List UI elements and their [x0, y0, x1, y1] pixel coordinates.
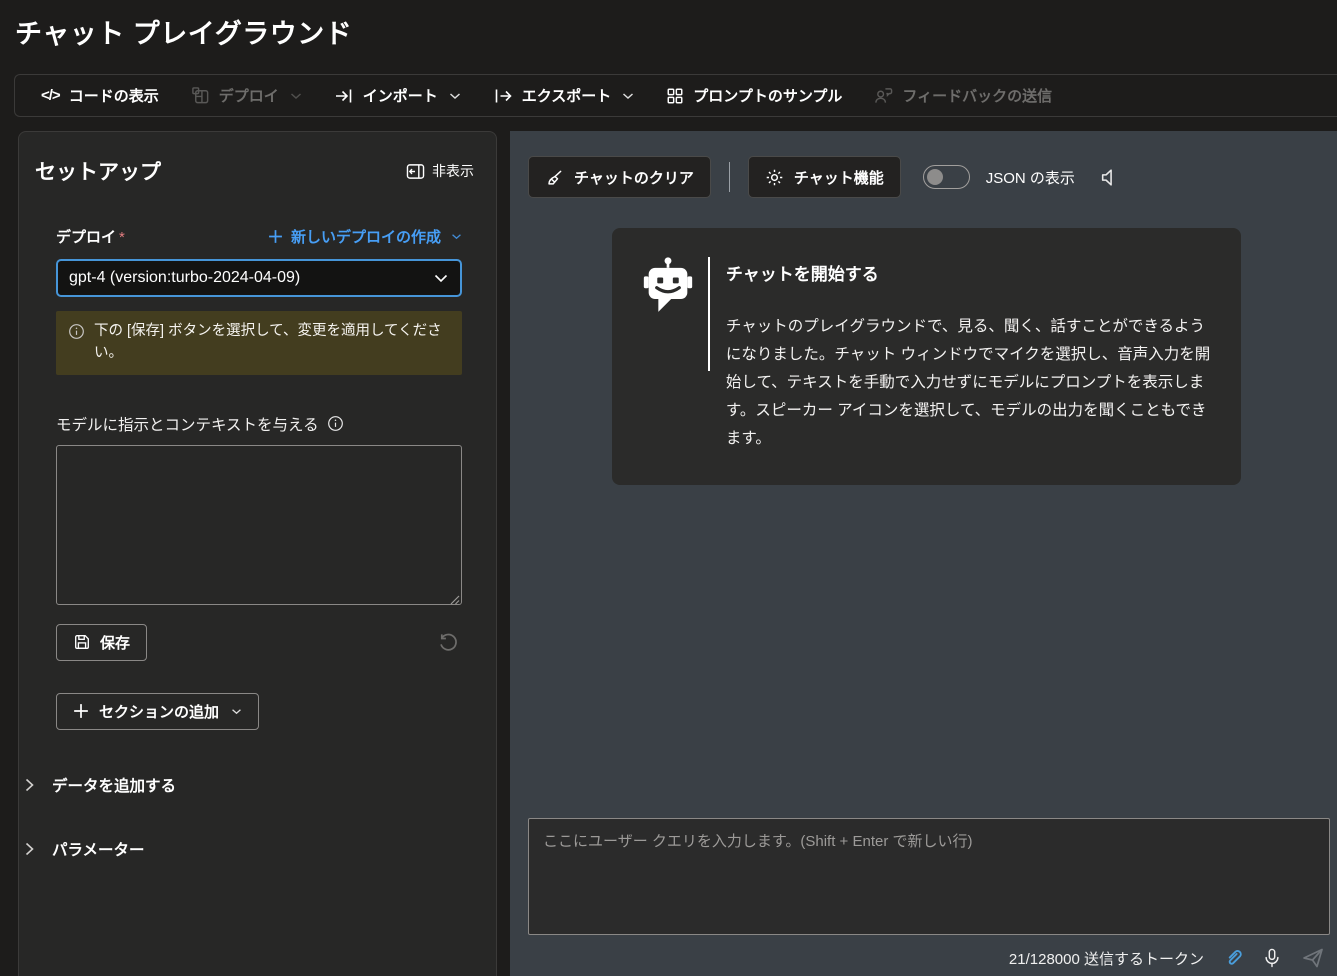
gear-icon	[765, 168, 784, 187]
deployment-select-value: gpt-4 (version:turbo-2024-04-09)	[69, 269, 300, 287]
info-icon	[68, 323, 85, 365]
json-toggle-label: JSON の表示	[986, 167, 1075, 188]
toolbar-divider	[729, 162, 730, 192]
chatbot-icon	[642, 256, 694, 314]
command-bar: </> コードの表示 デプロイ インポート	[14, 74, 1337, 117]
export-icon	[493, 86, 513, 106]
chevron-down-icon	[231, 708, 242, 715]
save-icon	[73, 633, 91, 651]
clear-chat-button[interactable]: チャットのクリア	[528, 156, 711, 198]
speaker-icon[interactable]	[1099, 167, 1120, 188]
deploy-icon	[191, 86, 210, 105]
broom-icon	[545, 168, 564, 187]
clear-chat-label: チャットのクリア	[574, 167, 694, 188]
resize-handle[interactable]	[450, 595, 460, 605]
instructions-textarea[interactable]	[56, 445, 462, 605]
import-icon	[334, 86, 354, 106]
hide-panel-button[interactable]: 非表示	[406, 161, 474, 181]
chat-features-label: チャット機能	[794, 167, 884, 188]
send-feedback-label: フィードバックの送信	[902, 85, 1052, 106]
chevron-down-icon	[451, 233, 462, 240]
user-query-input[interactable]	[528, 818, 1330, 935]
page-title: チャット プレイグラウンド	[15, 12, 352, 51]
chevron-right-icon	[25, 842, 34, 856]
token-row: 21/128000 送信するトークン	[1009, 947, 1325, 969]
add-section-button[interactable]: セクションの追加	[56, 693, 259, 730]
prompt-samples-button[interactable]: プロンプトのサンプル	[650, 75, 858, 116]
info-icon[interactable]	[327, 415, 344, 432]
save-label: 保存	[100, 632, 130, 653]
create-new-deployment-label: 新しいデプロイの作成	[291, 226, 441, 247]
save-warning-message: 下の [保存] ボタンを選択して、変更を適用してください。	[56, 311, 462, 375]
chevron-down-icon	[622, 92, 634, 100]
save-warning-text: 下の [保存] ボタンを選択して、変更を適用してください。	[94, 321, 450, 365]
deployment-select[interactable]: gpt-4 (version:turbo-2024-04-09)	[56, 259, 462, 297]
toggle-knob	[927, 169, 943, 185]
add-data-label: データを追加する	[52, 774, 176, 796]
plus-icon	[73, 703, 89, 719]
save-button[interactable]: 保存	[56, 624, 147, 661]
send-icon	[1301, 947, 1325, 969]
parameters-accordion[interactable]: パラメーター	[25, 838, 145, 860]
send-feedback-button: フィードバックの送信	[858, 75, 1068, 116]
prompt-samples-label: プロンプトのサンプル	[693, 85, 842, 106]
chat-toolbar: チャットのクリア チャット機能 JSON の表示	[528, 156, 1120, 198]
attach-file-icon[interactable]	[1224, 947, 1243, 969]
show-code-label: コードの表示	[69, 85, 159, 106]
collapse-panel-icon	[406, 163, 425, 180]
chat-intro-body: チャットのプレイグラウンドで、見る、聞く、話すことができるようになりました。チャ…	[726, 313, 1211, 452]
instructions-label: モデルに指示とコンテキストを与える	[56, 413, 462, 435]
setup-panel: セットアップ 非表示 デプロイ* 新しいデプロイの作成	[18, 131, 497, 976]
show-code-button[interactable]: </> コードの表示	[25, 75, 175, 116]
import-button[interactable]: インポート	[318, 75, 477, 116]
export-label: エクスポート	[522, 85, 612, 106]
export-button[interactable]: エクスポート	[477, 75, 651, 116]
json-toggle[interactable]	[923, 165, 970, 189]
hide-panel-label: 非表示	[432, 161, 474, 181]
chat-intro-title: チャットを開始する	[726, 260, 1211, 285]
required-mark: *	[119, 229, 125, 246]
user-query-box	[528, 818, 1330, 935]
create-new-deployment-button[interactable]: 新しいデプロイの作成	[268, 226, 462, 247]
chat-area: チャットのクリア チャット機能 JSON の表示	[510, 131, 1337, 976]
deployment-field-label: デプロイ*	[56, 226, 125, 247]
code-icon: </>	[41, 87, 60, 104]
chat-intro-card: チャットを開始する チャットのプレイグラウンドで、見る、聞く、話すことができるよ…	[612, 228, 1241, 485]
plus-icon	[268, 229, 283, 244]
add-data-accordion[interactable]: データを追加する	[25, 774, 176, 796]
undo-icon	[435, 629, 462, 656]
parameters-label: パラメーター	[52, 838, 145, 860]
add-section-label: セクションの追加	[99, 701, 219, 722]
chevron-down-icon	[449, 92, 461, 100]
chevron-right-icon	[25, 778, 34, 792]
chevron-down-icon	[434, 274, 448, 283]
grid-icon	[666, 87, 684, 105]
feedback-icon	[874, 86, 893, 105]
microphone-icon[interactable]	[1263, 947, 1281, 969]
chat-features-button[interactable]: チャット機能	[748, 156, 901, 198]
deploy-button: デプロイ	[175, 75, 318, 116]
chevron-down-icon	[290, 92, 302, 100]
deploy-label: デプロイ	[219, 85, 279, 106]
import-label: インポート	[363, 85, 438, 106]
setup-title: セットアップ	[35, 156, 161, 186]
token-counter: 21/128000 送信するトークン	[1009, 948, 1204, 969]
